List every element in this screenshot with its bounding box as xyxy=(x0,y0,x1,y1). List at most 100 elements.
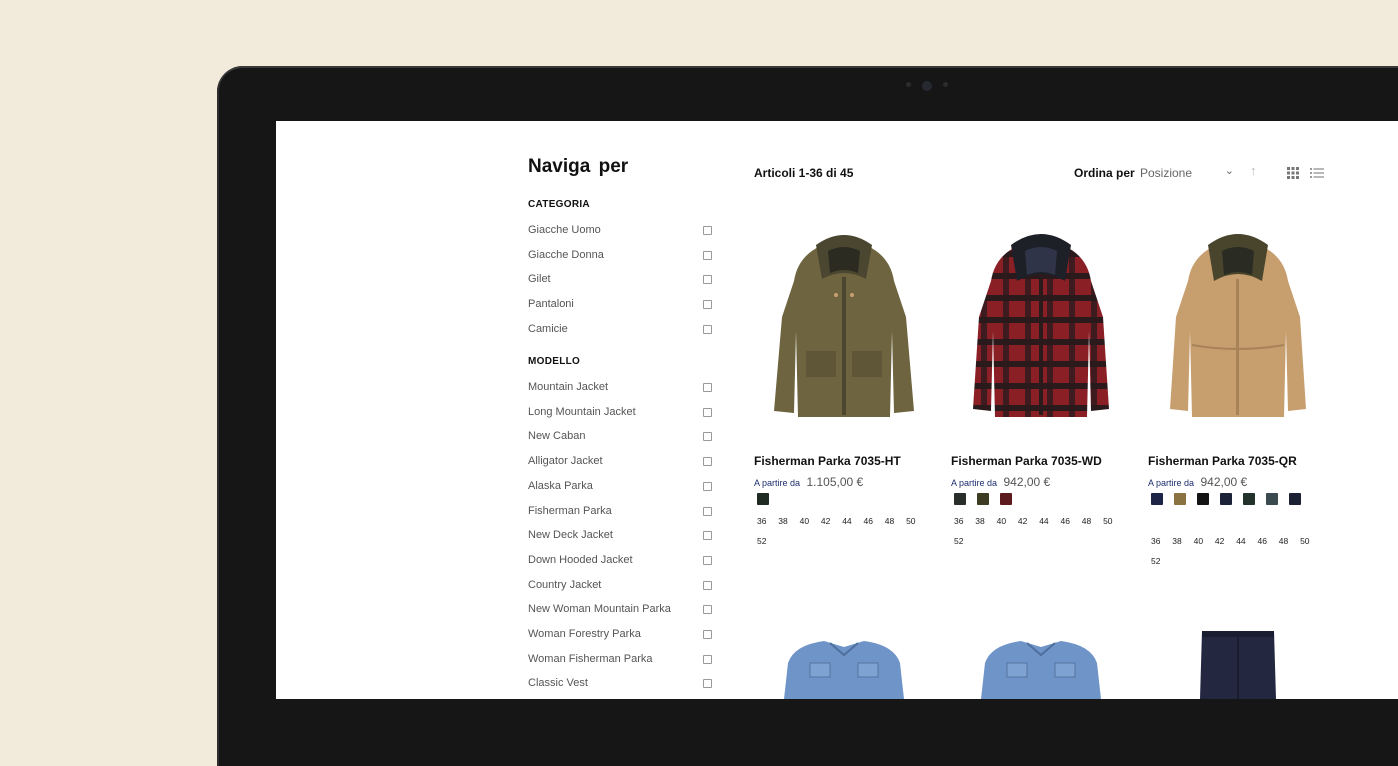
filter-option-label[interactable]: Woman Fisherman Parka xyxy=(528,653,653,665)
filter-option[interactable]: Classic Vest xyxy=(528,675,712,693)
size-option[interactable]: 48 xyxy=(882,511,903,531)
filter-option[interactable]: New Woman Mountain Parka xyxy=(528,601,712,619)
size-option[interactable]: 38 xyxy=(972,511,993,531)
filter-option-label[interactable]: Alaska Parka xyxy=(528,480,593,492)
color-swatch[interactable] xyxy=(1243,493,1255,505)
checkbox-icon[interactable] xyxy=(703,275,712,285)
product-image[interactable] xyxy=(754,221,934,446)
filter-option[interactable]: Gilet xyxy=(528,271,712,289)
color-swatch[interactable] xyxy=(954,493,966,505)
filter-option-label[interactable]: Fisherman Parka xyxy=(528,505,612,517)
filter-option[interactable]: Woman Forestry Parka xyxy=(528,626,712,644)
size-option[interactable]: 52 xyxy=(951,531,972,551)
checkbox-icon[interactable] xyxy=(703,457,712,467)
filter-option-label[interactable]: Alligator Jacket xyxy=(528,455,603,467)
filter-option[interactable]: New Deck Jacket xyxy=(528,527,712,545)
filter-option[interactable]: New Caban xyxy=(528,428,712,446)
color-swatch[interactable] xyxy=(1174,493,1186,505)
size-option[interactable]: 52 xyxy=(754,531,775,551)
product-name[interactable]: Fisherman Parka 7035-QR xyxy=(1148,454,1297,468)
filter-option[interactable]: Camicie xyxy=(528,321,712,339)
filter-option-label[interactable]: New Deck Jacket xyxy=(528,529,613,541)
checkbox-icon[interactable] xyxy=(703,481,712,491)
arrow-up-icon[interactable]: ↑ xyxy=(1250,163,1257,178)
checkbox-icon[interactable] xyxy=(703,226,712,235)
size-option[interactable]: 44 xyxy=(1233,531,1254,551)
color-swatch[interactable] xyxy=(977,493,989,505)
size-option[interactable]: 44 xyxy=(1036,511,1057,531)
checkbox-icon[interactable] xyxy=(703,300,712,310)
checkbox-icon[interactable] xyxy=(703,654,712,664)
product-image[interactable] xyxy=(971,639,1111,699)
filter-option-label[interactable]: Camicie xyxy=(528,323,568,335)
color-swatch[interactable] xyxy=(1289,493,1301,505)
checkbox-icon[interactable] xyxy=(703,580,712,590)
size-option[interactable]: 38 xyxy=(775,511,796,531)
size-option[interactable]: 40 xyxy=(994,511,1015,531)
checkbox-icon[interactable] xyxy=(703,679,712,689)
filter-option[interactable]: Mountain Jacket xyxy=(528,379,712,397)
filter-option-label[interactable]: Classic Vest xyxy=(528,677,588,689)
size-option[interactable]: 42 xyxy=(1212,531,1233,551)
filter-option-label[interactable]: Country Jacket xyxy=(528,579,601,591)
filter-option-label[interactable]: Mountain Jacket xyxy=(528,381,608,393)
checkbox-icon[interactable] xyxy=(703,383,712,392)
size-option[interactable]: 38 xyxy=(1169,531,1190,551)
size-option[interactable]: 36 xyxy=(754,511,775,531)
size-option[interactable]: 46 xyxy=(1057,511,1078,531)
product-image[interactable] xyxy=(1198,629,1278,699)
filter-option[interactable]: Giacche Uomo xyxy=(528,222,712,240)
color-swatch[interactable] xyxy=(1000,493,1012,505)
grid-view-icon[interactable] xyxy=(1287,167,1299,179)
size-option[interactable]: 50 xyxy=(1297,531,1318,551)
filter-option[interactable]: Country Jacket xyxy=(528,577,712,595)
color-swatch[interactable] xyxy=(1266,493,1278,505)
checkbox-icon[interactable] xyxy=(703,555,712,565)
product-name[interactable]: Fisherman Parka 7035-WD xyxy=(951,454,1102,468)
checkbox-icon[interactable] xyxy=(703,506,712,516)
product-image[interactable] xyxy=(1148,221,1328,446)
size-option[interactable]: 42 xyxy=(1015,511,1036,531)
filter-option-label[interactable]: Pantaloni xyxy=(528,298,574,310)
filter-option-label[interactable]: Gilet xyxy=(528,273,551,285)
product-image[interactable] xyxy=(774,639,914,699)
filter-option-label[interactable]: Giacche Donna xyxy=(528,249,604,261)
size-option[interactable]: 50 xyxy=(1100,511,1121,531)
size-option[interactable]: 52 xyxy=(1148,551,1169,571)
size-option[interactable]: 48 xyxy=(1079,511,1100,531)
filter-option[interactable]: Giacche Donna xyxy=(528,247,712,265)
filter-option-label[interactable]: Woman Forestry Parka xyxy=(528,628,641,640)
product-name[interactable]: Fisherman Parka 7035-HT xyxy=(754,454,901,468)
sort-select[interactable]: Posizione ⌄ xyxy=(1132,161,1240,183)
checkbox-icon[interactable] xyxy=(703,531,712,541)
filter-option[interactable]: Woman Fisherman Parka xyxy=(528,651,712,669)
filter-option-label[interactable]: New Woman Mountain Parka xyxy=(528,603,671,615)
list-view-icon[interactable] xyxy=(1310,168,1324,178)
filter-option-label[interactable]: Giacche Uomo xyxy=(528,224,601,236)
filter-option[interactable]: Fisherman Parka xyxy=(528,503,712,521)
size-option[interactable]: 46 xyxy=(1254,531,1275,551)
checkbox-icon[interactable] xyxy=(703,605,712,615)
color-swatch[interactable] xyxy=(757,493,769,505)
color-swatch[interactable] xyxy=(1151,493,1163,505)
product-image[interactable] xyxy=(951,221,1131,446)
size-option[interactable]: 40 xyxy=(797,511,818,531)
filter-option[interactable]: Long Mountain Jacket xyxy=(528,404,712,422)
size-option[interactable]: 44 xyxy=(839,511,860,531)
color-swatch[interactable] xyxy=(1197,493,1209,505)
filter-option[interactable]: Down Hooded Jacket xyxy=(528,552,712,570)
filter-option[interactable]: Pantaloni xyxy=(528,296,712,314)
checkbox-icon[interactable] xyxy=(703,324,712,334)
checkbox-icon[interactable] xyxy=(703,407,712,417)
filter-option[interactable]: Alligator Jacket xyxy=(528,453,712,471)
size-option[interactable]: 48 xyxy=(1276,531,1297,551)
color-swatch[interactable] xyxy=(1220,493,1232,505)
checkbox-icon[interactable] xyxy=(703,250,712,260)
filter-option[interactable]: Alaska Parka xyxy=(528,478,712,496)
size-option[interactable]: 42 xyxy=(818,511,839,531)
size-option[interactable]: 36 xyxy=(951,511,972,531)
size-option[interactable]: 36 xyxy=(1148,531,1169,551)
filter-option-label[interactable]: Long Mountain Jacket xyxy=(528,406,636,418)
size-option[interactable]: 40 xyxy=(1191,531,1212,551)
filter-option-label[interactable]: New Caban xyxy=(528,430,585,442)
